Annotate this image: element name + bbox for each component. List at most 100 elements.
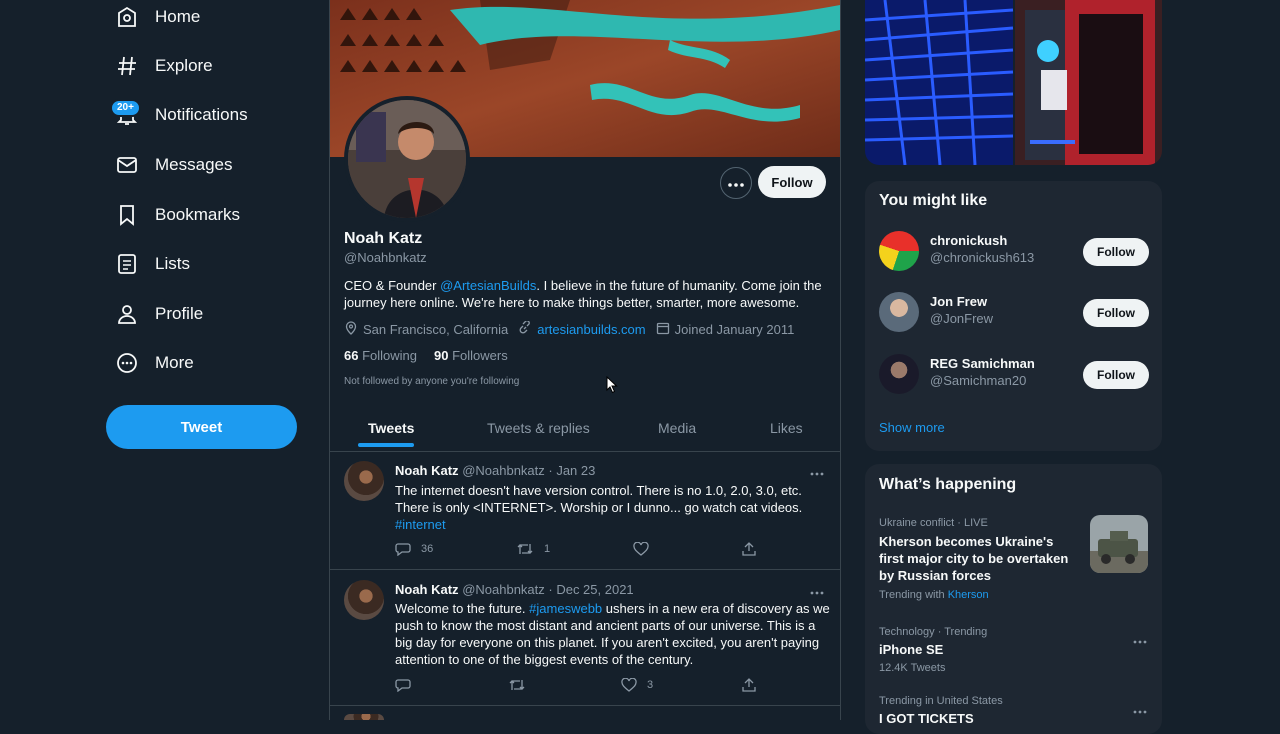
you-might-like-title: You might like	[879, 192, 988, 209]
trend-item[interactable]: Trending in United States I GOT TICKETS	[879, 695, 1129, 727]
more-options-button[interactable]	[720, 167, 752, 199]
not-followed-note: Not followed by anyone you're following	[344, 376, 520, 387]
tweet-button[interactable]: Tweet	[106, 405, 297, 449]
tweet-hashtag-link[interactable]: #internet	[395, 517, 446, 532]
suggestion-handle: @Samichman20	[930, 373, 1027, 388]
suggestion-handle: @JonFrew	[930, 311, 994, 326]
trend-title: iPhone SE	[879, 642, 944, 657]
trend-count: 12.4K Tweets	[879, 662, 946, 674]
tweet-author-handle: @Noahbnkatz	[462, 463, 545, 478]
followers-label: Followers	[452, 348, 508, 363]
suggestion-name[interactable]: chronickush	[930, 233, 1007, 248]
tweet-hashtag-link[interactable]: #jameswebb	[529, 601, 602, 616]
tweet-card[interactable]: Noah Katz @Noahbnkatz · Jan 23 The inter…	[330, 451, 840, 570]
trend-thumbnail[interactable]	[1090, 515, 1148, 573]
nav-explore[interactable]: Explore	[116, 48, 213, 84]
profile-column: Follow Noah Katz @Noahbnkatz CEO & Found…	[329, 0, 841, 720]
tab-tweets-replies[interactable]: Tweets & replies	[487, 405, 590, 451]
retweet-button[interactable]	[508, 678, 536, 692]
active-tab-indicator	[358, 443, 414, 447]
tweet-header: Noah Katz @Noahbnkatz · Jan 23	[395, 463, 595, 478]
trending-with-link[interactable]: Kherson	[948, 589, 989, 601]
person-icon	[116, 303, 138, 325]
envelope-icon	[116, 154, 138, 176]
trend-item[interactable]: Ukraine conflict · LIVE Kherson becomes …	[879, 517, 1079, 601]
suggestion-avatar[interactable]	[879, 292, 919, 332]
follow-profile-button[interactable]: Follow	[758, 166, 826, 198]
calendar-icon	[656, 321, 670, 338]
tweet-avatar[interactable]	[344, 461, 384, 501]
more-circle-icon	[116, 352, 138, 374]
you-might-like-card: You might like chronickush @chronickush6…	[865, 181, 1162, 451]
trend-meta: Technology · Trending	[879, 626, 988, 638]
suggestion-avatar[interactable]	[879, 354, 919, 394]
tweet-author-name[interactable]: Noah Katz	[395, 582, 459, 597]
like-button[interactable]: 3	[621, 678, 653, 692]
show-more-link[interactable]: Show more	[879, 420, 945, 435]
nav-bookmarks[interactable]: Bookmarks	[116, 197, 240, 233]
tweet-author-handle: @Noahbnkatz	[462, 582, 545, 597]
nav-lists-label: Lists	[155, 254, 190, 273]
trend-more-icon[interactable]	[1133, 701, 1147, 719]
tweet-author-name[interactable]: Noah Katz	[395, 463, 459, 478]
notifications-badge: 20+	[110, 99, 141, 117]
tab-likes[interactable]: Likes	[770, 405, 803, 451]
nav-messages[interactable]: Messages	[116, 147, 232, 183]
followers-count: 90	[434, 348, 449, 363]
reply-count: 36	[421, 543, 434, 555]
followers-link[interactable]: 90 Followers	[434, 348, 508, 363]
tweet-date[interactable]: · Jan 23	[548, 463, 595, 478]
tweet-more-icon[interactable]	[810, 463, 824, 481]
tweet-card[interactable]: Noah Katz @Noahbnkatz · Dec 25, 2021 Wel…	[330, 570, 840, 706]
nav-profile-label: Profile	[155, 304, 204, 323]
tweet-text: The internet doesn't have version contro…	[395, 482, 830, 533]
tab-media[interactable]: Media	[658, 405, 696, 451]
trend-item[interactable]: Technology · Trending iPhone SE 12.4K Tw…	[879, 626, 1149, 674]
follow-suggestion-button[interactable]: Follow	[1083, 361, 1149, 389]
reply-button[interactable]: 36	[395, 542, 433, 556]
bio-mention-link[interactable]: @ArtesianBuilds	[440, 278, 536, 293]
list-icon	[116, 253, 138, 275]
tweet-avatar[interactable]	[344, 580, 384, 620]
trend-more-icon[interactable]	[1133, 631, 1147, 649]
nav-more-label: More	[155, 353, 194, 372]
share-button[interactable]	[741, 542, 757, 556]
suggestion-avatar[interactable]	[879, 231, 919, 271]
tweet-date[interactable]: · Dec 25, 2021	[548, 582, 633, 597]
bio-text: CEO & Founder	[344, 278, 441, 293]
tweet-actions: 3	[395, 678, 825, 694]
profile-media-grid[interactable]	[865, 0, 1162, 165]
reply-button[interactable]	[395, 678, 421, 692]
trending-with-label: Trending with	[879, 589, 945, 601]
trend-meta: Ukraine conflict · LIVE	[879, 517, 988, 529]
retweet-button[interactable]: 1	[516, 542, 550, 556]
profile-location: San Francisco, California	[363, 322, 509, 337]
suggestion-row[interactable]: REG Samichman @Samichman20 Follow	[879, 352, 1149, 396]
like-count: 3	[647, 679, 654, 691]
home-icon	[116, 6, 138, 28]
suggestion-row[interactable]: Jon Frew @JonFrew Follow	[879, 290, 1149, 334]
link-icon	[518, 320, 532, 338]
tweet-more-icon[interactable]	[810, 582, 824, 600]
nav-more[interactable]: More	[116, 345, 194, 381]
nav-lists[interactable]: Lists	[116, 246, 190, 282]
bookmark-icon	[116, 204, 138, 226]
share-button[interactable]	[741, 678, 757, 692]
next-tweet-avatar	[344, 714, 384, 720]
suggestion-row[interactable]: chronickush @chronickush613 Follow	[879, 229, 1149, 273]
profile-website-link[interactable]: artesianbuilds.com	[537, 322, 645, 337]
nav-home[interactable]: Home	[116, 0, 200, 35]
share-icon	[742, 542, 756, 556]
tweet-text: Welcome to the future. #jameswebb ushers…	[395, 600, 830, 668]
follow-suggestion-button[interactable]: Follow	[1083, 238, 1149, 266]
follow-suggestion-button[interactable]: Follow	[1083, 299, 1149, 327]
share-icon	[742, 678, 756, 692]
suggestion-name[interactable]: REG Samichman	[930, 356, 1035, 371]
profile-avatar[interactable]	[344, 96, 470, 222]
nav-explore-label: Explore	[155, 56, 213, 75]
suggestion-name[interactable]: Jon Frew	[930, 294, 987, 309]
nav-home-label: Home	[155, 7, 201, 26]
following-link[interactable]: 66 Following	[344, 348, 417, 363]
like-button[interactable]	[633, 542, 659, 556]
nav-profile[interactable]: Profile	[116, 296, 203, 332]
